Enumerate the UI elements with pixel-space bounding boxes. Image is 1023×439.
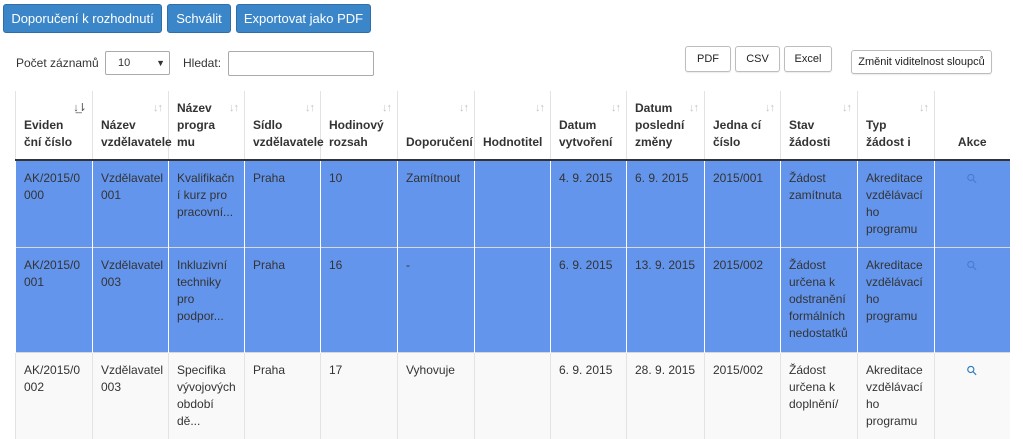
sort-icon[interactable]: ↓↑ bbox=[611, 100, 620, 117]
col-header-reference-number[interactable]: Jedna cí číslo↓↑ bbox=[705, 91, 781, 160]
cell-actions: ⚲ bbox=[935, 248, 1010, 353]
col-header-evaluator[interactable]: Hodnotitel↓↑ bbox=[475, 91, 551, 160]
column-visibility-button[interactable]: Změnit viditelnost sloupců bbox=[851, 50, 992, 74]
cell-evidence-number: AK/2015/0 002 bbox=[16, 353, 93, 439]
cell-program-name: Kvalifikačn í kurz pro pracovní... bbox=[169, 160, 245, 248]
sort-icon[interactable]: ↓↑ bbox=[842, 100, 851, 117]
cell-request-type: Akreditace vzdělávací ho programu bbox=[858, 353, 935, 439]
records-per-page-select[interactable]: 10 ▼ bbox=[105, 51, 170, 75]
col-header-last-change-date[interactable]: Datum poslední změny↓↑ bbox=[627, 91, 705, 160]
sort-icon[interactable]: ↓↑ bbox=[689, 100, 698, 117]
cell-created-date: 4. 9. 2015 bbox=[551, 160, 627, 248]
col-header-evidence-number[interactable]: Eviden ční číslo↓̲⇂ bbox=[16, 91, 93, 160]
cell-program-name: Inkluzivní techniky pro podpor... bbox=[169, 248, 245, 353]
recommend-decision-button[interactable]: Doporučení k rozhodnutí bbox=[3, 4, 162, 33]
cell-program-name: Specifika vývojových období dě... bbox=[169, 353, 245, 439]
applications-table: Eviden ční číslo↓̲⇂ Název vzdělavatele↓↑… bbox=[15, 91, 1010, 439]
col-header-recommendation[interactable]: Doporučení↓↑ bbox=[398, 91, 475, 160]
table-row[interactable]: AK/2015/0 002 Vzdělavatel 003 Specifika … bbox=[16, 353, 1010, 439]
col-header-provider-seat[interactable]: Sídlo vzdělavatele↓↑ bbox=[245, 91, 321, 160]
approve-button[interactable]: Schválit bbox=[167, 4, 231, 33]
records-per-page-label: Počet záznamů bbox=[16, 56, 99, 70]
cell-evidence-number: AK/2015/0 000 bbox=[16, 160, 93, 248]
col-header-status[interactable]: Stav žádosti↓↑ bbox=[781, 91, 858, 160]
cell-provider-name: Vzdělavatel 001 bbox=[93, 160, 169, 248]
cell-evaluator bbox=[475, 160, 551, 248]
search-input[interactable] bbox=[228, 51, 374, 76]
sort-icon[interactable]: ↓↑ bbox=[459, 100, 468, 117]
cell-hours: 16 bbox=[321, 248, 398, 353]
col-header-actions: Akce bbox=[935, 91, 1010, 160]
export-excel-button[interactable]: Excel bbox=[784, 46, 832, 72]
cell-hours: 17 bbox=[321, 353, 398, 439]
cell-reference-number: 2015/002 bbox=[705, 353, 781, 439]
export-pdf-small-button[interactable]: PDF bbox=[685, 46, 731, 72]
magnifier-icon[interactable]: ⚲ bbox=[963, 169, 982, 188]
export-csv-button[interactable]: CSV bbox=[735, 46, 780, 72]
export-pdf-button[interactable]: Exportovat jako PDF bbox=[236, 4, 371, 33]
sort-icon[interactable]: ↓↑ bbox=[535, 100, 544, 117]
col-header-program-name[interactable]: Název progra mu↓↑ bbox=[169, 91, 245, 160]
cell-request-type: Akreditace vzdělávací ho programu bbox=[858, 248, 935, 353]
cell-evidence-number: AK/2015/0 001 bbox=[16, 248, 93, 353]
cell-hours: 10 bbox=[321, 160, 398, 248]
cell-last-change-date: 28. 9. 2015 bbox=[627, 353, 705, 439]
cell-provider-seat: Praha bbox=[245, 248, 321, 353]
cell-provider-seat: Praha bbox=[245, 160, 321, 248]
sort-ascending-icon[interactable]: ↓̲⇂ bbox=[73, 100, 86, 117]
cell-actions: ⚲ bbox=[935, 160, 1010, 248]
col-header-created-date[interactable]: Datum vytvoření↓↑ bbox=[551, 91, 627, 160]
table-header-row: Eviden ční číslo↓̲⇂ Název vzdělavatele↓↑… bbox=[16, 91, 1010, 160]
cell-provider-seat: Praha bbox=[245, 353, 321, 439]
sort-icon[interactable]: ↓↑ bbox=[919, 100, 928, 117]
cell-reference-number: 2015/001 bbox=[705, 160, 781, 248]
cell-created-date: 6. 9. 2015 bbox=[551, 353, 627, 439]
sort-icon[interactable]: ↓↑ bbox=[382, 100, 391, 117]
cell-recommendation: Vyhovuje bbox=[398, 353, 475, 439]
sort-icon[interactable]: ↓↑ bbox=[305, 100, 314, 117]
magnifier-icon[interactable]: ⚲ bbox=[963, 256, 982, 275]
cell-evaluator bbox=[475, 353, 551, 439]
cell-request-type: Akreditace vzdělávací ho programu bbox=[858, 160, 935, 248]
cell-last-change-date: 6. 9. 2015 bbox=[627, 160, 705, 248]
cell-evaluator bbox=[475, 248, 551, 353]
sort-icon[interactable]: ↓↑ bbox=[765, 100, 774, 117]
cell-actions: ⚲ bbox=[935, 353, 1010, 439]
cell-status: Žádost určena k odstranění formálních ne… bbox=[781, 248, 858, 353]
sort-icon[interactable]: ↓↑ bbox=[153, 100, 162, 117]
cell-status: Žádost určena k doplnění/ bbox=[781, 353, 858, 439]
cell-recommendation: Zamítnout bbox=[398, 160, 475, 248]
chevron-down-icon: ▼ bbox=[156, 58, 165, 68]
sort-icon[interactable]: ↓↑ bbox=[229, 100, 238, 117]
cell-provider-name: Vzdělavatel 003 bbox=[93, 248, 169, 353]
records-per-page-value: 10 bbox=[118, 57, 130, 69]
table-row[interactable]: AK/2015/0 001 Vzdělavatel 003 Inkluzivní… bbox=[16, 248, 1010, 353]
search-label: Hledat: bbox=[183, 56, 221, 70]
cell-provider-name: Vzdělavatel 003 bbox=[93, 353, 169, 439]
table-row[interactable]: AK/2015/0 000 Vzdělavatel 001 Kvalifikač… bbox=[16, 160, 1010, 248]
col-header-request-type[interactable]: Typ žádost i↓↑ bbox=[858, 91, 935, 160]
col-header-hours[interactable]: Hodinový rozsah↓↑ bbox=[321, 91, 398, 160]
cell-status: Žádost zamítnuta bbox=[781, 160, 858, 248]
cell-created-date: 6. 9. 2015 bbox=[551, 248, 627, 353]
cell-last-change-date: 13. 9. 2015 bbox=[627, 248, 705, 353]
cell-reference-number: 2015/002 bbox=[705, 248, 781, 353]
magnifier-icon[interactable]: ⚲ bbox=[963, 361, 982, 380]
col-header-provider-name[interactable]: Název vzdělavatele↓↑ bbox=[93, 91, 169, 160]
cell-recommendation: - bbox=[398, 248, 475, 353]
